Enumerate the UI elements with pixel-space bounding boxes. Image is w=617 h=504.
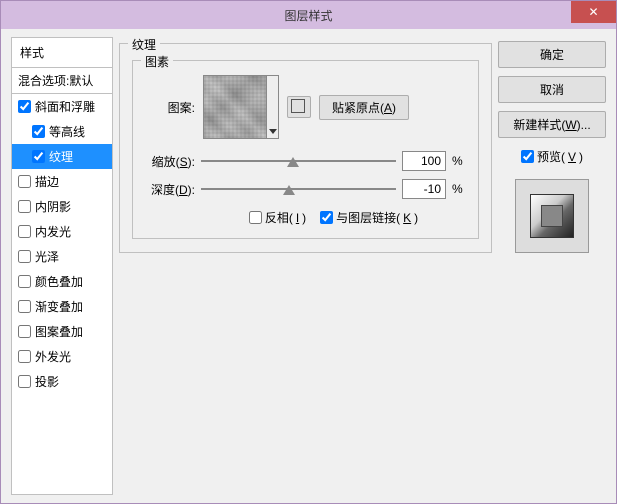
style-checkbox[interactable] bbox=[32, 150, 45, 163]
style-label: 内阴影 bbox=[35, 198, 71, 215]
style-label: 等高线 bbox=[49, 123, 85, 140]
depth-label: 深度(D): bbox=[145, 181, 195, 198]
style-label: 渐变叠加 bbox=[35, 298, 83, 315]
style-checkbox[interactable] bbox=[18, 250, 31, 263]
cancel-button[interactable]: 取消 bbox=[498, 76, 606, 103]
style-checkbox[interactable] bbox=[18, 350, 31, 363]
scale-slider[interactable] bbox=[201, 153, 396, 169]
style-item-2[interactable]: 纹理 bbox=[12, 144, 112, 169]
scale-label: 缩放(S): bbox=[145, 153, 195, 170]
texture-group: 纹理 图素 图案: 贴紧原点(A) 缩放(S): bbox=[119, 43, 492, 253]
style-item-11[interactable]: 投影 bbox=[12, 369, 112, 394]
styles-list: 样式 混合选项:默认 斜面和浮雕等高线纹理描边内阴影内发光光泽颜色叠加渐变叠加图… bbox=[11, 37, 113, 495]
blending-options-item[interactable]: 混合选项:默认 bbox=[12, 68, 112, 94]
style-label: 颜色叠加 bbox=[35, 273, 83, 290]
pattern-swatch[interactable] bbox=[203, 75, 267, 139]
bevel-preview-icon bbox=[530, 194, 574, 238]
slider-thumb[interactable] bbox=[287, 155, 299, 167]
style-checkbox[interactable] bbox=[18, 225, 31, 238]
style-item-0[interactable]: 斜面和浮雕 bbox=[12, 94, 112, 119]
slider-thumb[interactable] bbox=[283, 183, 295, 195]
preview-thumbnail bbox=[515, 179, 589, 253]
style-item-5[interactable]: 内发光 bbox=[12, 219, 112, 244]
style-item-8[interactable]: 渐变叠加 bbox=[12, 294, 112, 319]
style-item-3[interactable]: 描边 bbox=[12, 169, 112, 194]
style-item-9[interactable]: 图案叠加 bbox=[12, 319, 112, 344]
snap-origin-button[interactable]: 贴紧原点(A) bbox=[319, 95, 409, 120]
chevron-down-icon bbox=[269, 129, 277, 134]
style-item-7[interactable]: 颜色叠加 bbox=[12, 269, 112, 294]
style-label: 内发光 bbox=[35, 223, 71, 240]
link-layer-checkbox[interactable]: 与图层链接(K) bbox=[320, 209, 418, 226]
ok-button[interactable]: 确定 bbox=[498, 41, 606, 68]
style-label: 光泽 bbox=[35, 248, 59, 265]
style-checkbox[interactable] bbox=[18, 375, 31, 388]
style-label: 图案叠加 bbox=[35, 323, 83, 340]
layer-style-dialog: 图层样式 ✕ 样式 混合选项:默认 斜面和浮雕等高线纹理描边内阴影内发光光泽颜色… bbox=[0, 0, 617, 504]
depth-input[interactable] bbox=[402, 179, 446, 199]
style-label: 斜面和浮雕 bbox=[35, 98, 95, 115]
style-item-1[interactable]: 等高线 bbox=[12, 119, 112, 144]
style-item-10[interactable]: 外发光 bbox=[12, 344, 112, 369]
close-button[interactable]: ✕ bbox=[571, 1, 616, 23]
style-label: 纹理 bbox=[49, 148, 73, 165]
preview-checkbox[interactable]: 预览(V) bbox=[498, 148, 606, 165]
titlebar[interactable]: 图层样式 ✕ bbox=[1, 1, 616, 29]
scale-unit: % bbox=[452, 154, 466, 168]
scale-row: 缩放(S): % bbox=[145, 151, 466, 171]
new-style-button[interactable]: 新建样式(W)... bbox=[498, 111, 606, 138]
style-label: 投影 bbox=[35, 373, 59, 390]
styles-header: 样式 bbox=[12, 38, 112, 68]
style-checkbox[interactable] bbox=[18, 275, 31, 288]
style-checkbox[interactable] bbox=[18, 175, 31, 188]
style-item-4[interactable]: 内阴影 bbox=[12, 194, 112, 219]
close-icon: ✕ bbox=[588, 5, 598, 19]
style-checkbox[interactable] bbox=[32, 125, 45, 138]
style-item-6[interactable]: 光泽 bbox=[12, 244, 112, 269]
pattern-group: 图素 图案: 贴紧原点(A) 缩放(S): % bbox=[132, 60, 479, 239]
new-preset-icon bbox=[293, 101, 305, 113]
settings-panel: 纹理 图素 图案: 贴紧原点(A) 缩放(S): bbox=[119, 37, 492, 495]
invert-checkbox[interactable]: 反相(I) bbox=[249, 209, 306, 226]
pattern-dropdown[interactable] bbox=[267, 75, 279, 139]
pattern-legend: 图素 bbox=[141, 53, 173, 70]
style-label: 描边 bbox=[35, 173, 59, 190]
scale-input[interactable] bbox=[402, 151, 446, 171]
texture-legend: 纹理 bbox=[128, 36, 160, 53]
window-title: 图层样式 bbox=[1, 7, 616, 24]
depth-unit: % bbox=[452, 182, 466, 196]
new-preset-button[interactable] bbox=[287, 96, 311, 118]
right-panel: 确定 取消 新建样式(W)... 预览(V) bbox=[498, 37, 606, 495]
pattern-label: 图案: bbox=[145, 99, 195, 116]
style-checkbox[interactable] bbox=[18, 300, 31, 313]
depth-slider[interactable] bbox=[201, 181, 396, 197]
style-checkbox[interactable] bbox=[18, 200, 31, 213]
depth-row: 深度(D): % bbox=[145, 179, 466, 199]
style-checkbox[interactable] bbox=[18, 325, 31, 338]
style-label: 外发光 bbox=[35, 348, 71, 365]
style-checkbox[interactable] bbox=[18, 100, 31, 113]
